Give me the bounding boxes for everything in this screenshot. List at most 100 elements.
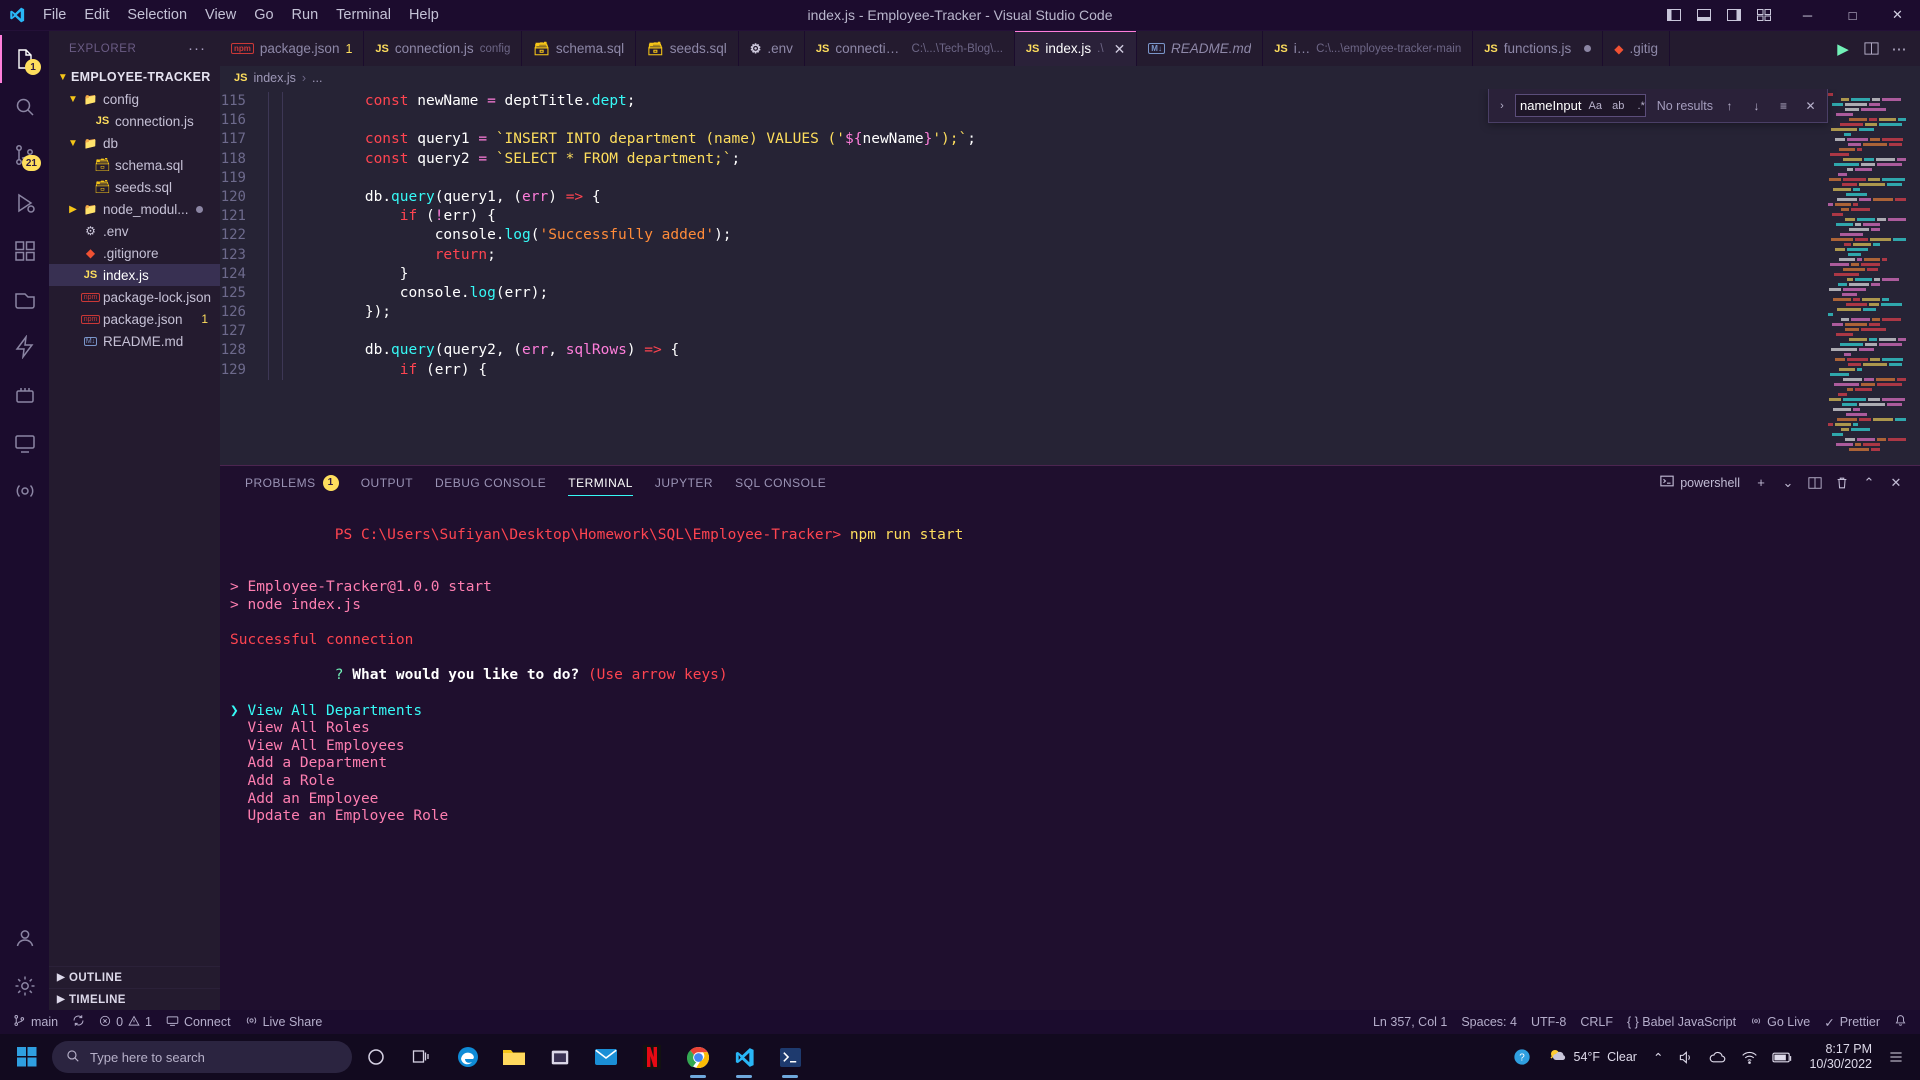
project-root-row[interactable]: ▼ EMPLOYEE-TRACKER — [49, 66, 220, 88]
accounts-icon[interactable] — [0, 914, 49, 962]
find-next-icon[interactable]: ↓ — [1746, 95, 1767, 116]
match-whole-word-icon[interactable]: ab — [1609, 96, 1628, 115]
edge-icon[interactable] — [446, 1034, 490, 1080]
activity-explorer-icon[interactable]: 1 — [0, 35, 49, 83]
file-tree-item[interactable]: JSconnection.js — [49, 110, 220, 132]
terminal-option-list[interactable]: ❯ View All Departments View All Roles Vi… — [230, 703, 1920, 826]
code-editor[interactable]: 115 const newName = deptTitle.dept;116 1… — [220, 89, 1920, 465]
tray-help-icon[interactable]: ? — [1507, 1034, 1537, 1080]
outline-section[interactable]: ▶ OUTLINE — [49, 966, 220, 988]
find-previous-icon[interactable]: ↑ — [1719, 95, 1740, 116]
panel-tab-sql-console[interactable]: SQL CONSOLE — [724, 466, 837, 499]
store-icon[interactable] — [538, 1034, 582, 1080]
task-view-icon[interactable] — [400, 1034, 444, 1080]
activity-run-debug-icon[interactable] — [0, 179, 49, 227]
activity-source-control-icon[interactable]: 21 — [0, 131, 49, 179]
terminal-icon[interactable] — [768, 1034, 812, 1080]
panel-tab-debug-console[interactable]: DEBUG CONSOLE — [424, 466, 557, 499]
status-sync[interactable] — [65, 1010, 92, 1034]
weather-widget[interactable]: 54°F Clear — [1539, 1046, 1645, 1069]
split-terminal-icon[interactable] — [1803, 471, 1827, 495]
panel-tab-terminal[interactable]: TERMINAL — [557, 466, 644, 499]
menu-edit[interactable]: Edit — [75, 4, 118, 26]
file-tree-item[interactable]: ▼📁config — [49, 88, 220, 110]
activity-thunder-client-icon[interactable] — [0, 323, 49, 371]
customize-layout-icon[interactable] — [1749, 0, 1779, 31]
battery-icon[interactable] — [1766, 1034, 1799, 1080]
action-center-icon[interactable] — [1882, 1034, 1910, 1080]
find-expand-icon[interactable]: › — [1495, 100, 1509, 112]
status-problems[interactable]: 0 1 — [92, 1010, 159, 1034]
maximize-panel-icon[interactable]: ⌃ — [1857, 471, 1881, 495]
toggle-primary-sidebar-icon[interactable] — [1659, 0, 1689, 31]
terminal-option[interactable]: Add a Department — [230, 755, 1920, 773]
status-eol[interactable]: CRLF — [1573, 1010, 1620, 1034]
editor-tab[interactable]: 🗃seeds.sql — [636, 31, 739, 66]
menu-terminal[interactable]: Terminal — [327, 4, 400, 26]
network-icon[interactable] — [1735, 1034, 1764, 1080]
minimize-button[interactable]: ─ — [1785, 0, 1830, 31]
terminal-option[interactable]: ❯ View All Departments — [230, 703, 1920, 721]
match-case-icon[interactable]: Aa — [1586, 96, 1605, 115]
editor-tab[interactable]: npmpackage.json1 — [220, 31, 364, 66]
menu-go[interactable]: Go — [245, 4, 282, 26]
panel-tab-problems[interactable]: PROBLEMS1 — [234, 466, 350, 499]
file-tree-item[interactable]: npmpackage-lock.json — [49, 286, 220, 308]
terminal-option[interactable]: Add an Employee — [230, 791, 1920, 809]
activity-search-icon[interactable] — [0, 83, 49, 131]
use-regex-icon[interactable]: .* — [1632, 96, 1651, 115]
cortana-icon[interactable] — [354, 1034, 398, 1080]
activity-remote-icon[interactable] — [0, 419, 49, 467]
activity-extensions-icon[interactable] — [0, 227, 49, 275]
editor-tab[interactable]: JSfunctions.js — [1473, 31, 1603, 66]
taskbar-clock[interactable]: 8:17 PM 10/30/2022 — [1801, 1042, 1880, 1072]
menu-help[interactable]: Help — [400, 4, 448, 26]
run-code-icon[interactable]: ▶ — [1830, 35, 1856, 63]
taskbar-search-box[interactable]: Type here to search — [52, 1041, 352, 1073]
editor-tab[interactable]: 🗃schema.sql — [522, 31, 636, 66]
toggle-panel-icon[interactable] — [1689, 0, 1719, 31]
close-panel-icon[interactable]: ✕ — [1884, 471, 1908, 495]
volume-icon[interactable] — [1671, 1034, 1700, 1080]
terminal-output[interactable]: PS C:\Users\Sufiyan\Desktop\Homework\SQL… — [220, 499, 1920, 1010]
status-remote-connect[interactable]: Connect — [159, 1010, 238, 1034]
editor-tab[interactable]: M↓README.md — [1137, 31, 1263, 66]
editor-tab[interactable]: ◆.gitig — [1603, 31, 1670, 66]
status-language-mode[interactable]: { } Babel JavaScript — [1620, 1010, 1743, 1034]
terminal-option[interactable]: Update an Employee Role — [230, 808, 1920, 826]
manage-settings-gear-icon[interactable] — [0, 962, 49, 1010]
timeline-section[interactable]: ▶ TIMELINE — [49, 988, 220, 1010]
panel-tab-jupyter[interactable]: JUPYTER — [644, 466, 724, 499]
explorer-more-icon[interactable]: ··· — [188, 40, 206, 57]
file-tree-item[interactable]: npmpackage.json1 — [49, 308, 220, 330]
menu-file[interactable]: File — [34, 4, 75, 26]
breadcrumb-file[interactable]: index.js — [253, 71, 295, 85]
start-button[interactable] — [4, 1034, 50, 1080]
netflix-icon[interactable] — [630, 1034, 674, 1080]
breadcrumb-symbol[interactable]: ... — [312, 71, 322, 85]
chrome-icon[interactable] — [676, 1034, 720, 1080]
editor-tab[interactable]: JSconnection.jsconfig — [364, 31, 522, 66]
tab-close-icon[interactable]: ✕ — [1114, 42, 1126, 56]
mail-icon[interactable] — [584, 1034, 628, 1080]
split-editor-icon[interactable] — [1858, 35, 1884, 63]
activity-docker-icon[interactable] — [0, 371, 49, 419]
menu-selection[interactable]: Selection — [118, 4, 196, 26]
status-live-share[interactable]: Live Share — [238, 1010, 330, 1034]
menu-view[interactable]: View — [196, 4, 245, 26]
file-tree-item[interactable]: JSindex.js — [49, 264, 220, 286]
status-prettier[interactable]: ✓ Prettier — [1817, 1010, 1887, 1034]
terminal-option[interactable]: Add a Role — [230, 773, 1920, 791]
tray-expand-icon[interactable]: ⌃ — [1647, 1034, 1669, 1080]
status-indentation[interactable]: Spaces: 4 — [1454, 1010, 1524, 1034]
new-terminal-icon[interactable]: + — [1749, 471, 1773, 495]
onedrive-icon[interactable] — [1702, 1034, 1733, 1080]
maximize-button[interactable]: □ — [1830, 0, 1875, 31]
status-branch[interactable]: main — [6, 1010, 65, 1034]
editor-more-icon[interactable]: ⋯ — [1886, 35, 1912, 63]
vscode-icon[interactable] — [722, 1034, 766, 1080]
file-tree-item[interactable]: M↓README.md — [49, 330, 220, 352]
terminal-dropdown-icon[interactable]: ⌄ — [1776, 471, 1800, 495]
status-encoding[interactable]: UTF-8 — [1524, 1010, 1573, 1034]
file-tree-item[interactable]: ◆.gitignore — [49, 242, 220, 264]
